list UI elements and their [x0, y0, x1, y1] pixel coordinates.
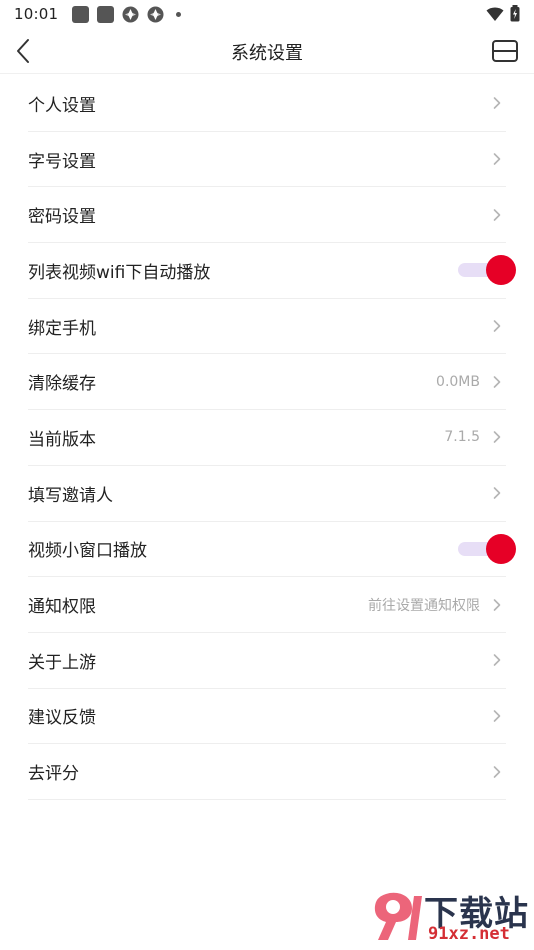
settings-row-value: 前往设置通知权限 — [368, 597, 480, 614]
settings-row[interactable]: 当前版本 7.1.5 — [28, 410, 506, 466]
settings-row-label: 通知权限 — [28, 597, 96, 618]
watermark-91-logo — [374, 892, 422, 940]
settings-row-label: 填写邀请人 — [28, 485, 113, 506]
settings-row-label: 关于上游 — [28, 652, 96, 673]
toggle-switch[interactable] — [458, 533, 516, 564]
settings-row-label: 清除缓存 — [28, 374, 96, 395]
status-time: 10:01 — [14, 5, 59, 23]
settings-row-accessory — [492, 299, 506, 354]
more-notifications-icon — [176, 11, 182, 17]
layout-menu-icon[interactable] — [492, 39, 518, 63]
settings-row[interactable]: 绑定手机 — [28, 299, 506, 355]
settings-row[interactable]: 填写邀请人 — [28, 466, 506, 522]
settings-row-label: 绑定手机 — [28, 318, 96, 339]
settings-row-value: 0.0MB — [436, 373, 480, 390]
wifi-icon — [486, 7, 504, 21]
settings-row-label: 列表视频wifi下自动播放 — [28, 262, 211, 283]
chevron-right-icon — [493, 487, 501, 499]
chevron-right-icon — [493, 710, 501, 722]
chevron-right-icon — [493, 320, 501, 332]
chevron-right-icon — [493, 375, 501, 388]
watermark-url: 91xz.net — [428, 924, 510, 944]
chevron-right-icon — [493, 97, 501, 110]
settings-row[interactable]: 密码设置 — [28, 187, 506, 244]
settings-row[interactable]: 清除缓存 0.0MB — [28, 354, 506, 411]
settings-row[interactable]: 去评分 — [28, 744, 506, 800]
settings-row-accessory — [458, 522, 516, 577]
chevron-right-icon — [493, 208, 501, 221]
settings-row[interactable]: 视频小窗口播放 — [28, 522, 516, 578]
chevron-right-icon — [493, 765, 501, 778]
settings-row-label: 字号设置 — [28, 151, 96, 172]
status-icons — [480, 5, 520, 22]
settings-row-accessory: 7.1.5 — [444, 410, 506, 465]
settings-row-label: 视频小窗口播放 — [28, 541, 147, 562]
app-notification-icon — [147, 6, 164, 23]
settings-row[interactable]: 关于上游 — [28, 633, 506, 689]
page-title: 系统设置 — [231, 43, 303, 64]
settings-row-accessory — [492, 466, 506, 521]
settings-row-accessory: 0.0MB — [436, 354, 506, 409]
toggle-knob — [486, 255, 516, 286]
chevron-right-icon — [493, 153, 501, 165]
settings-row-accessory: 前往设置通知权限 — [368, 577, 506, 632]
settings-row-accessory — [492, 744, 506, 799]
nav-bar: 系统设置 — [0, 28, 534, 74]
chevron-right-icon — [493, 431, 501, 444]
settings-row-label: 去评分 — [28, 764, 79, 785]
settings-row-label: 密码设置 — [28, 207, 96, 228]
settings-list: 个人设置字号设置密码设置列表视频wifi下自动播放 绑定手机清除缓存 0.0MB 当前… — [28, 76, 516, 800]
settings-row[interactable]: 通知权限 前往设置通知权限 — [28, 577, 506, 633]
toggle-knob — [486, 533, 516, 564]
settings-row-accessory — [492, 689, 506, 744]
settings-row-accessory — [492, 633, 506, 688]
app-notification-icon — [122, 6, 139, 23]
screen: 10:01 系统设置 个人设置字号设置密码设置列表视频wifi下自动播放 绑定手机… — [0, 0, 534, 950]
chevron-right-icon — [493, 654, 501, 667]
settings-row-label: 建议反馈 — [28, 708, 96, 729]
notification-icon — [97, 5, 115, 23]
settings-row-accessory — [458, 243, 516, 298]
settings-row[interactable]: 列表视频wifi下自动播放 — [28, 243, 516, 299]
settings-row-label: 当前版本 — [28, 429, 96, 450]
status-bar: 10:01 — [0, 0, 534, 28]
toggle-switch[interactable] — [458, 255, 516, 286]
battery-icon — [510, 5, 520, 22]
settings-row-label: 个人设置 — [28, 95, 96, 116]
chevron-right-icon — [493, 598, 501, 611]
settings-row-accessory — [492, 187, 506, 242]
settings-row[interactable]: 建议反馈 — [28, 689, 506, 745]
settings-row[interactable]: 字号设置 — [28, 132, 506, 188]
settings-row[interactable]: 个人设置 — [28, 76, 506, 132]
notification-icon — [72, 5, 90, 23]
settings-row-accessory — [492, 76, 506, 131]
settings-row-accessory — [492, 132, 506, 187]
watermark-logo: 下载站 91xz.net — [358, 884, 534, 950]
settings-row-value: 7.1.5 — [444, 429, 480, 446]
